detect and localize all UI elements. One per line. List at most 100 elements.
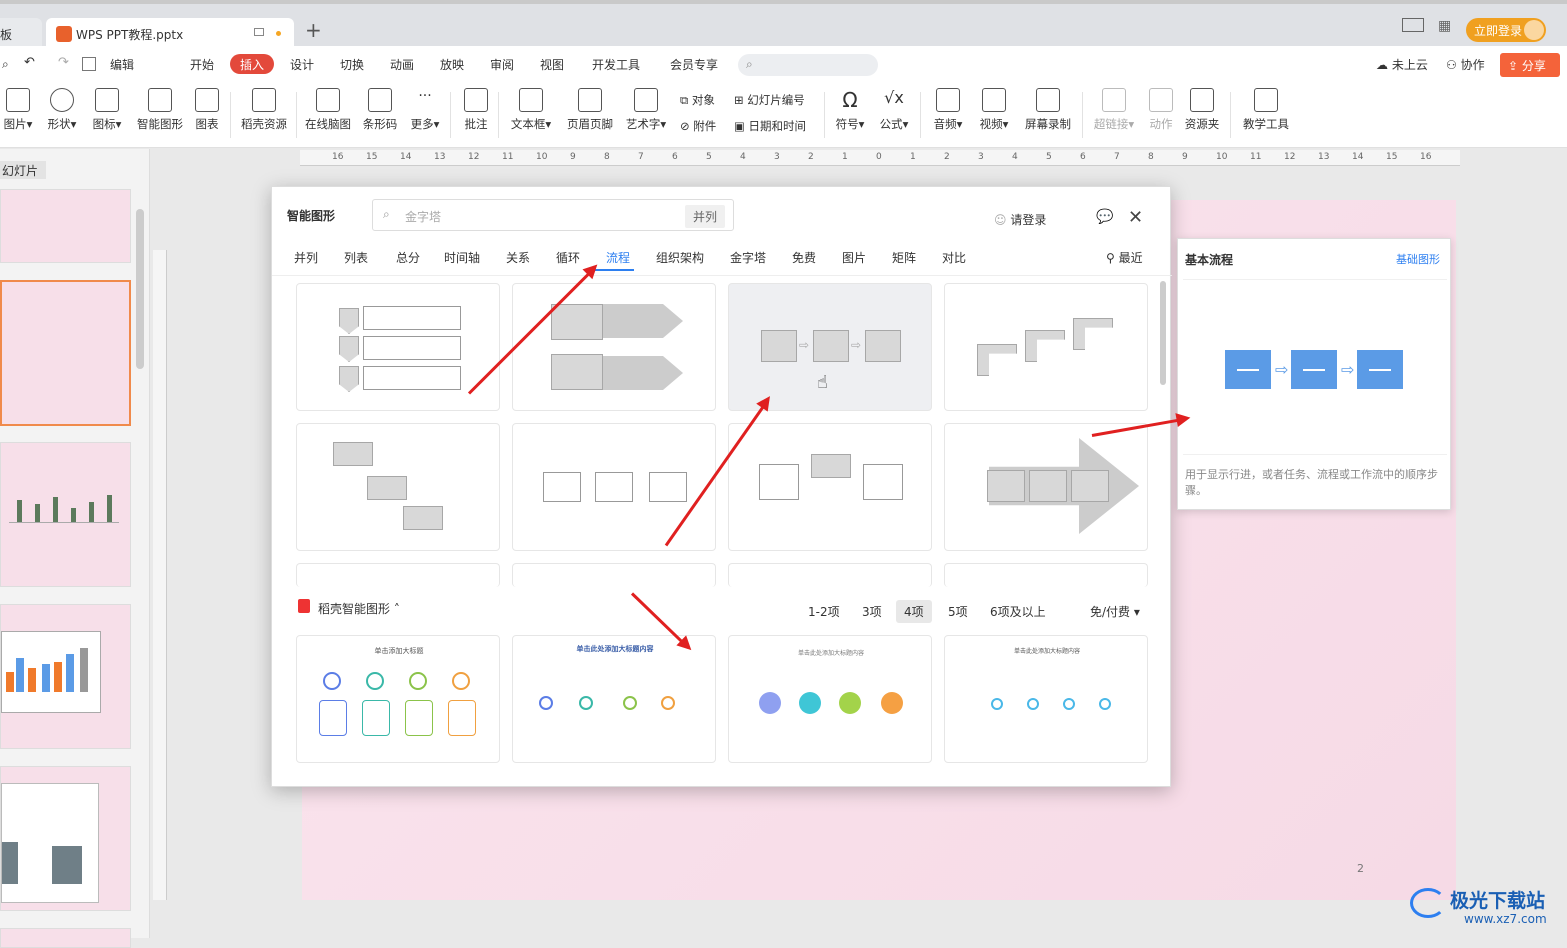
tool-icon[interactable]: 图标▾ <box>88 88 126 132</box>
dialog-login[interactable]: ☺ 请登录 <box>994 211 1046 228</box>
menu-view[interactable]: 视图 <box>540 56 564 73</box>
graphic-card-bending-process[interactable] <box>296 423 500 551</box>
tool-object[interactable]: ⧉ 对象 <box>680 92 715 108</box>
tool-audio[interactable]: 音频▾ <box>930 88 966 132</box>
dialog-search-input[interactable]: ⌕ 金字塔 并列 <box>372 199 734 231</box>
menu-home[interactable]: 开始 <box>190 56 214 73</box>
template-card[interactable]: 单击添加大标题 <box>296 635 500 763</box>
grid-icon[interactable]: ▦ <box>1438 18 1451 34</box>
tool-picture[interactable]: 图片▾ <box>0 88 36 132</box>
tool-attachment[interactable]: ⊘ 附件 <box>680 118 716 134</box>
graphic-card-tab-process[interactable] <box>512 423 716 551</box>
menu-transition[interactable]: 切换 <box>340 56 364 73</box>
tab-category-8[interactable]: 金字塔 <box>730 249 766 266</box>
recent-button[interactable]: ⚲ 最近 <box>1106 249 1143 266</box>
menu-insert[interactable]: 插入 <box>230 54 275 74</box>
tab-category-7[interactable]: 组织架构 <box>656 249 704 266</box>
tab-category-4[interactable]: 关系 <box>506 249 530 266</box>
menu-search-input[interactable]: ⌕ <box>738 54 878 76</box>
menu-edit[interactable]: 编辑 <box>110 56 134 73</box>
tab-category-3[interactable]: 时间轴 <box>444 249 480 266</box>
tool-mindmap[interactable]: 在线脑图 <box>302 88 354 132</box>
tab-category-2[interactable]: 总分 <box>396 249 420 266</box>
tool-barcode[interactable]: 条形码 <box>360 88 400 132</box>
tool-smartart[interactable]: 智能图形 <box>134 88 186 132</box>
tool-hyperlink[interactable]: 超链接▾ <box>1090 88 1138 132</box>
search-tag[interactable]: 并列 <box>685 205 726 228</box>
slide-thumbnail-selected[interactable] <box>0 280 131 426</box>
slide-thumbnail[interactable] <box>0 604 131 749</box>
slide-thumbnail[interactable] <box>0 766 131 911</box>
menu-developer[interactable]: 开发工具 <box>592 56 640 73</box>
template-card[interactable]: 单击此处添加大标题内容 <box>944 635 1148 763</box>
menu-vip[interactable]: 会员专享 <box>670 56 718 73</box>
slide-thumbnail[interactable] <box>0 928 131 948</box>
tool-symbol[interactable]: Ω 符号▾ <box>832 88 868 132</box>
login-button[interactable]: 立即登录 <box>1466 18 1546 42</box>
tool-more[interactable]: ··· 更多▾ <box>406 88 444 132</box>
tool-chart[interactable]: 图表 <box>192 88 222 132</box>
graphic-card[interactable] <box>944 563 1148 587</box>
tool-action[interactable]: 动作 <box>1146 88 1176 132</box>
tab-category-6[interactable]: 流程 <box>606 249 630 266</box>
filter-1-2[interactable]: 1-2项 <box>808 603 840 620</box>
tool-teaching[interactable]: 教学工具 <box>1240 88 1292 132</box>
format-painter-icon[interactable] <box>82 57 96 71</box>
collab-button[interactable]: ⚇ 协作 <box>1446 56 1485 73</box>
filter-5[interactable]: 5项 <box>948 603 968 620</box>
new-tab-icon[interactable]: + <box>305 18 322 42</box>
close-icon[interactable]: ✕ <box>1128 207 1143 228</box>
slide-thumbnail[interactable] <box>0 189 131 263</box>
menu-review[interactable]: 审阅 <box>490 56 514 73</box>
tab-category-9[interactable]: 免费 <box>792 249 816 266</box>
graphic-card[interactable] <box>728 563 932 587</box>
graphic-card-large-arrow-process[interactable] <box>944 423 1148 551</box>
tab-category-1[interactable]: 列表 <box>344 249 368 266</box>
menu-slideshow[interactable]: 放映 <box>440 56 464 73</box>
tool-wordart[interactable]: 艺术字▾ <box>622 88 670 132</box>
tab-category-0[interactable]: 并列 <box>294 249 318 266</box>
tab-category-11[interactable]: 矩阵 <box>892 249 916 266</box>
menu-animation[interactable]: 动画 <box>390 56 414 73</box>
preview-link[interactable]: 基础图形 <box>1396 251 1440 267</box>
feedback-icon[interactable]: 💬 <box>1096 209 1113 225</box>
graphic-card[interactable] <box>296 563 500 587</box>
pay-filter-dropdown[interactable]: 免/付费 ▾ <box>1090 603 1140 620</box>
tool-header-footer[interactable]: 页眉页脚 <box>564 88 616 132</box>
undo-icon[interactable]: ↶ <box>24 55 35 70</box>
tool-formula[interactable]: √x 公式▾ <box>876 88 912 132</box>
graphic-card-basic-process[interactable]: ⇨ ⇨ ☝ <box>728 283 932 411</box>
tab-category-10[interactable]: 图片 <box>842 249 866 266</box>
section-title[interactable]: 稻壳智能图形 ˄ <box>318 600 400 617</box>
tab-category-5[interactable]: 循环 <box>556 249 580 266</box>
tool-textbox[interactable]: 文本框▾ <box>506 88 556 132</box>
slide-panel-header[interactable]: 幻灯片 <box>0 161 46 179</box>
filter-4[interactable]: 4项 <box>896 600 932 623</box>
tool-comment[interactable]: 批注 <box>460 88 492 132</box>
menu-design[interactable]: 设计 <box>290 56 314 73</box>
tool-video[interactable]: 视频▾ <box>976 88 1012 132</box>
graphic-card-cycle-process[interactable] <box>728 423 932 551</box>
graphic-card-step-up-process[interactable] <box>944 283 1148 411</box>
dialog-scrollbar[interactable] <box>1160 281 1166 385</box>
cloud-status[interactable]: ☁ 未上云 <box>1376 56 1428 73</box>
graphic-card[interactable] <box>512 563 716 587</box>
screen-icon[interactable] <box>254 28 264 36</box>
layout-icon[interactable] <box>1402 18 1424 32</box>
slide-panel-scrollbar[interactable] <box>136 209 144 369</box>
template-card[interactable]: 单击此处添加大标题内容 <box>728 635 932 763</box>
tool-screen-record[interactable]: 屏幕录制 <box>1022 88 1074 132</box>
tab-category-12[interactable]: 对比 <box>942 249 966 266</box>
tool-resource-folder[interactable]: 资源夹 <box>1182 88 1222 132</box>
slide-thumbnail[interactable] <box>0 442 131 587</box>
redo-icon[interactable]: ↷ <box>58 55 69 70</box>
tool-shape[interactable]: 形状▾ <box>44 88 80 132</box>
tool-docer-resources[interactable]: 稻壳资源 <box>238 88 290 132</box>
graphic-card-arrow-process[interactable] <box>512 283 716 411</box>
tool-datetime[interactable]: ▣ 日期和时间 <box>734 118 806 134</box>
filter-6-plus[interactable]: 6项及以上 <box>990 603 1046 620</box>
tool-slide-number[interactable]: ⊞ 幻灯片编号 <box>734 92 805 108</box>
search-menu-icon[interactable]: ⌕ <box>2 57 9 72</box>
share-button[interactable]: ⇪ 分享 <box>1500 53 1560 77</box>
filter-3[interactable]: 3项 <box>862 603 882 620</box>
